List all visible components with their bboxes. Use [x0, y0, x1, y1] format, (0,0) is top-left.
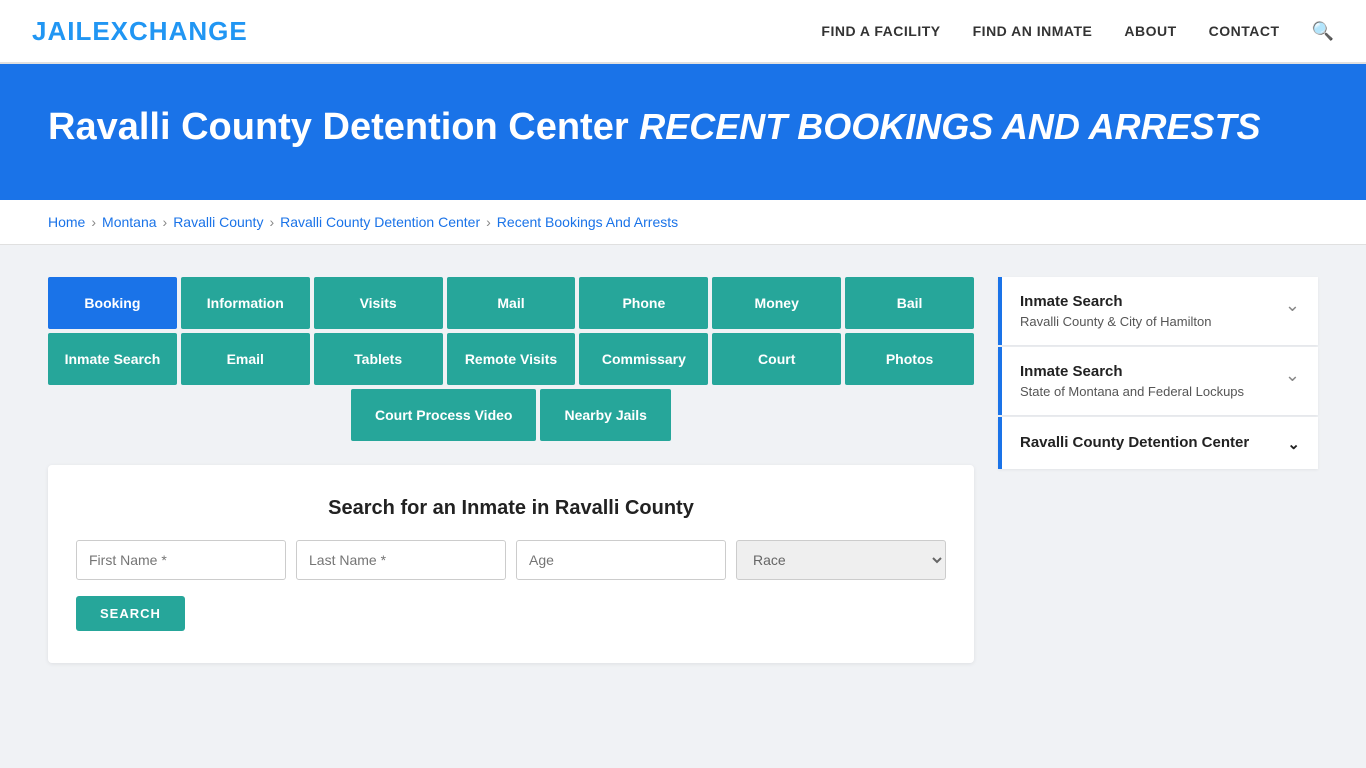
button-row-2: Inmate Search Email Tablets Remote Visit…: [48, 333, 974, 385]
about-link[interactable]: ABOUT: [1124, 23, 1176, 39]
sep2: ›: [163, 214, 168, 230]
last-name-input[interactable]: [296, 540, 506, 580]
photos-btn[interactable]: Photos: [845, 333, 974, 385]
first-name-input[interactable]: [76, 540, 286, 580]
search-title: Search for an Inmate in Ravalli County: [76, 497, 946, 520]
detention-center-crumb[interactable]: Ravalli County Detention Center: [280, 214, 480, 230]
find-facility-link[interactable]: FIND A FACILITY: [821, 23, 940, 39]
email-btn[interactable]: Email: [181, 333, 310, 385]
inmate-search-btn[interactable]: Inmate Search: [48, 333, 177, 385]
search-form: Race: [76, 540, 946, 580]
chevron-down-icon-2: ⌄: [1285, 365, 1300, 386]
phone-btn[interactable]: Phone: [579, 277, 708, 329]
right-sidebar: Inmate Search Ravalli County & City of H…: [998, 277, 1318, 471]
search-icon[interactable]: 🔍: [1312, 21, 1334, 42]
button-row-1: Booking Information Visits Mail Phone Mo…: [48, 277, 974, 329]
chevron-down-icon-1: ⌄: [1285, 295, 1300, 316]
sidebar-inmate-search-ravalli[interactable]: Inmate Search Ravalli County & City of H…: [998, 277, 1318, 345]
sidebar-inmate-search-montana[interactable]: Inmate Search State of Montana and Feder…: [998, 347, 1318, 415]
logo-jail: JAIL: [32, 16, 92, 46]
age-input[interactable]: [516, 540, 726, 580]
court-process-video-btn[interactable]: Court Process Video: [351, 389, 536, 441]
sidebar-item-subtext-1: Ravalli County & City of Hamilton: [1020, 314, 1211, 329]
booking-btn[interactable]: Booking: [48, 277, 177, 329]
contact-link[interactable]: CONTACT: [1209, 23, 1280, 39]
montana-crumb[interactable]: Montana: [102, 214, 156, 230]
chevron-down-icon-3: ⌄: [1287, 435, 1300, 453]
button-row-3: Court Process Video Nearby Jails: [48, 389, 974, 441]
main-area: Booking Information Visits Mail Phone Mo…: [0, 245, 1366, 695]
mail-btn[interactable]: Mail: [447, 277, 576, 329]
bail-btn[interactable]: Bail: [845, 277, 974, 329]
sep1: ›: [91, 214, 96, 230]
logo-exchange: EXCHANGE: [92, 16, 247, 46]
search-card: Search for an Inmate in Ravalli County R…: [48, 465, 974, 663]
sep3: ›: [269, 214, 274, 230]
breadcrumb: Home › Montana › Ravalli County › Ravall…: [0, 200, 1366, 245]
ravalli-county-crumb[interactable]: Ravalli County: [173, 214, 263, 230]
sidebar-item-text-2: Inmate Search State of Montana and Feder…: [1020, 363, 1244, 399]
money-btn[interactable]: Money: [712, 277, 841, 329]
hero-section: Ravalli County Detention Center RECENT B…: [0, 64, 1366, 200]
visits-btn[interactable]: Visits: [314, 277, 443, 329]
find-inmate-link[interactable]: FIND AN INMATE: [973, 23, 1093, 39]
remote-visits-btn[interactable]: Remote Visits: [447, 333, 576, 385]
sidebar-item-subtext-2: State of Montana and Federal Lockups: [1020, 384, 1244, 399]
hero-title-italic: RECENT BOOKINGS AND ARRESTS: [639, 106, 1260, 147]
sidebar-item-heading-1: Inmate Search: [1020, 293, 1211, 310]
recent-bookings-crumb: Recent Bookings And Arrests: [497, 214, 678, 230]
navbar: JAILEXCHANGE FIND A FACILITY FIND AN INM…: [0, 0, 1366, 64]
sep4: ›: [486, 214, 491, 230]
sidebar-item-heading-2: Inmate Search: [1020, 363, 1244, 380]
home-crumb[interactable]: Home: [48, 214, 85, 230]
commissary-btn[interactable]: Commissary: [579, 333, 708, 385]
hero-title-main: Ravalli County Detention Center: [48, 106, 629, 148]
tablets-btn[interactable]: Tablets: [314, 333, 443, 385]
nav-links: FIND A FACILITY FIND AN INMATE ABOUT CON…: [821, 21, 1334, 42]
sidebar-item-label-3: Ravalli County Detention Center: [1020, 434, 1249, 451]
court-btn[interactable]: Court: [712, 333, 841, 385]
search-button[interactable]: SEARCH: [76, 596, 185, 631]
left-column: Booking Information Visits Mail Phone Mo…: [48, 277, 974, 663]
sidebar-detention-center[interactable]: Ravalli County Detention Center ⌄: [998, 417, 1318, 469]
race-select[interactable]: Race: [736, 540, 946, 580]
site-logo[interactable]: JAILEXCHANGE: [32, 16, 248, 47]
information-btn[interactable]: Information: [181, 277, 310, 329]
nearby-jails-btn[interactable]: Nearby Jails: [540, 389, 671, 441]
sidebar-item-text-1: Inmate Search Ravalli County & City of H…: [1020, 293, 1211, 329]
